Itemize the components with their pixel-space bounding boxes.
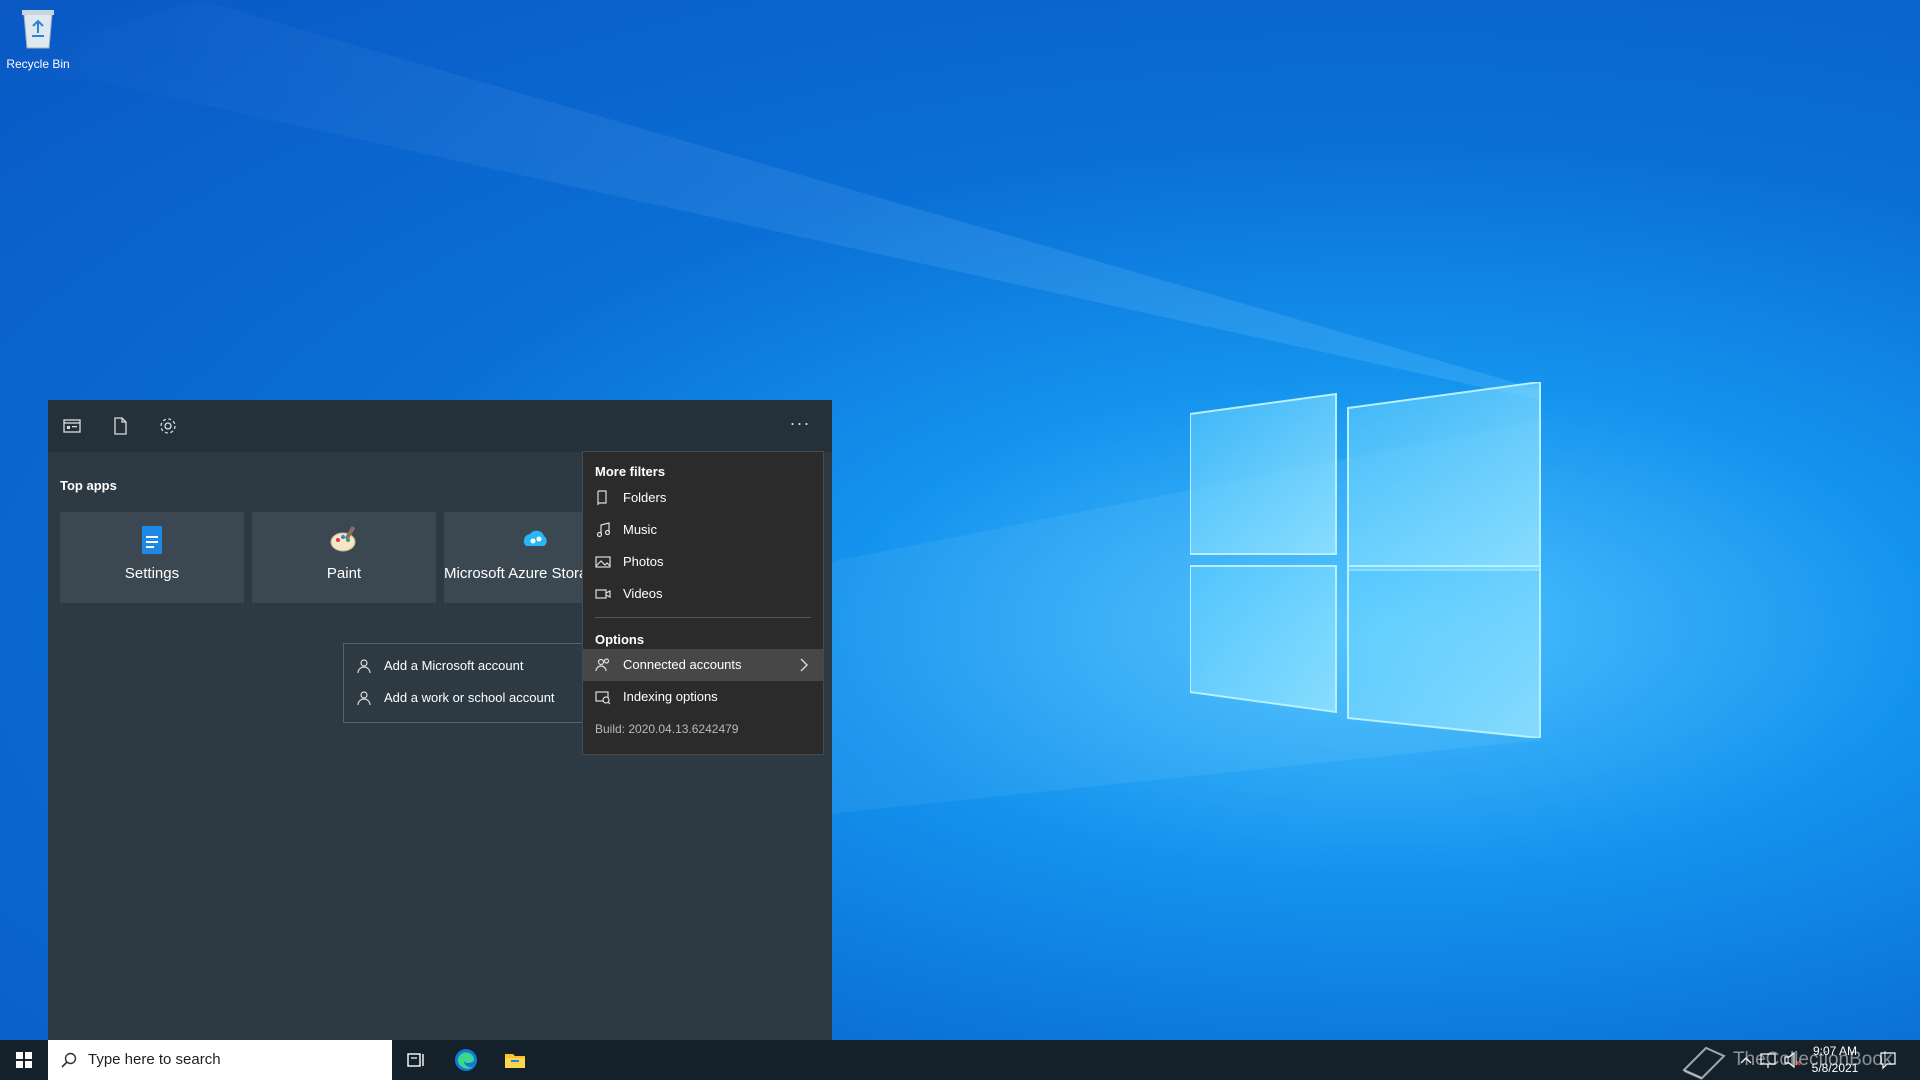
windows-start-icon — [16, 1052, 32, 1068]
filter-photos[interactable]: Photos — [583, 546, 823, 578]
azure-app-icon — [523, 530, 547, 546]
gear-icon[interactable] — [158, 416, 178, 436]
menu-item-label: Add a work or school account — [384, 690, 555, 705]
indexing-icon — [595, 691, 611, 705]
folder-explorer-icon — [505, 1054, 525, 1068]
top-apps-heading: Top apps — [60, 478, 117, 493]
filter-folders[interactable]: Folders — [583, 482, 823, 514]
menu-item-label: Connected accounts — [623, 657, 742, 672]
build-version: Build: 2020.04.13.6242479 — [595, 722, 739, 736]
file-explorer-taskbar-button[interactable] — [491, 1040, 539, 1080]
recycle-bin-icon — [22, 10, 54, 49]
menu-item-label: Folders — [623, 490, 667, 505]
indexing-options-item[interactable]: Indexing options — [583, 681, 823, 713]
person-icon — [357, 691, 371, 706]
watermark-text: TheCollectionBook — [1732, 1049, 1893, 1071]
settings-app-icon — [142, 526, 162, 554]
add-microsoft-account-item[interactable]: Add a Microsoft account — [344, 650, 584, 682]
photo-icon — [595, 556, 611, 568]
chevron-right-icon — [800, 658, 808, 672]
menu-item-label: Indexing options — [623, 689, 718, 704]
folder-icon — [597, 490, 607, 505]
windows-logo-wallpaper — [1190, 382, 1541, 738]
top-app-label: Paint — [326, 565, 362, 582]
top-app-paint[interactable]: Paint — [252, 512, 436, 603]
menu-item-label: Add a Microsoft account — [384, 658, 524, 673]
top-app-label: Settings — [124, 565, 180, 582]
menu-item-label: Photos — [623, 554, 664, 569]
edge-icon — [455, 1049, 477, 1071]
task-view-icon — [407, 1053, 424, 1067]
more-filters-header: More filters — [595, 464, 666, 479]
search-icon — [61, 1052, 77, 1068]
filter-videos[interactable]: Videos — [583, 578, 823, 610]
recycle-bin[interactable]: Recycle Bin — [4, 6, 72, 71]
video-icon — [595, 589, 611, 599]
watermark: TheCollectionBook — [1680, 1040, 1892, 1080]
menu-divider — [595, 617, 811, 618]
person-icon — [357, 659, 371, 674]
connected-accounts-submenu: Add a Microsoft account Add a work or sc… — [343, 643, 585, 723]
more-options-button[interactable]: ··· — [782, 412, 818, 440]
more-options-menu: More filters Folders Music Photos Videos… — [582, 451, 824, 755]
search-panel-toolbar: ··· — [48, 400, 832, 452]
task-view-button[interactable] — [392, 1040, 440, 1080]
start-button[interactable] — [0, 1040, 48, 1080]
people-icon — [595, 658, 610, 672]
apps-filter-icon[interactable] — [62, 416, 82, 436]
book-icon — [1682, 1046, 1726, 1080]
menu-item-label: Videos — [623, 586, 663, 601]
filter-music[interactable]: Music — [583, 514, 823, 546]
recycle-bin-label: Recycle Bin — [6, 57, 70, 71]
connected-accounts-item[interactable]: Connected accounts — [583, 649, 823, 681]
document-icon[interactable] — [110, 416, 130, 436]
taskbar: Type here to search 9:07 AM 5/8/2021 — [0, 1040, 1920, 1080]
edge-taskbar-button[interactable] — [442, 1040, 490, 1080]
options-header: Options — [595, 632, 645, 647]
menu-item-label: Music — [623, 522, 657, 537]
paint-app-icon — [330, 525, 356, 552]
music-icon — [596, 522, 611, 538]
search-placeholder: Type here to search — [88, 1051, 221, 1068]
taskbar-search-box[interactable]: Type here to search — [48, 1040, 392, 1080]
top-app-settings[interactable]: Settings — [60, 512, 244, 603]
add-work-school-account-item[interactable]: Add a work or school account — [344, 682, 584, 714]
